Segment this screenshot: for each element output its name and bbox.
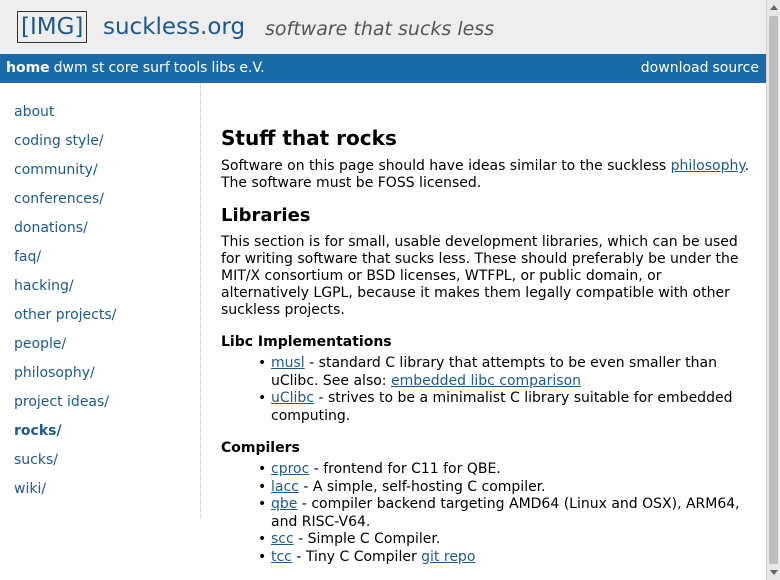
- scroll-down-arrow-icon[interactable]: [770, 570, 778, 575]
- main-content: Stuff that rocks Software on this page s…: [221, 126, 751, 566]
- intro-paragraph: Software on this page should have ideas …: [221, 158, 751, 192]
- menu-left-group: home dwm st core surf tools libs e.V.: [6, 59, 269, 77]
- musl-link[interactable]: musl: [271, 355, 305, 371]
- top-menu-bar: home dwm st core surf tools libs e.V. download s…: [0, 54, 766, 83]
- site-name-link[interactable]: suckless.org: [103, 12, 245, 42]
- tcc-link[interactable]: tcc: [271, 549, 292, 565]
- list-item-text: - Tiny C Compiler: [291, 548, 422, 565]
- list-item: tcc - Tiny C Compiler git repo: [258, 549, 751, 567]
- site-header: [IMG] suckless.org software that sucks l…: [0, 0, 766, 54]
- sidebar-item-conferences[interactable]: conferences/: [14, 188, 200, 217]
- lacc-link[interactable]: lacc: [271, 479, 299, 495]
- menu-core-link[interactable]: core: [108, 60, 138, 76]
- menu-source-link[interactable]: source: [713, 60, 760, 76]
- libc-list: musl - standard C library that attempts …: [258, 355, 751, 425]
- list-item: uClibc - strives to be a minimalist C li…: [258, 390, 751, 425]
- compilers-heading: Compilers: [221, 440, 300, 456]
- scroll-up-arrow-icon[interactable]: [770, 5, 778, 10]
- embedded-libc-comparison-link[interactable]: embedded libc comparison: [391, 373, 581, 389]
- cproc-link[interactable]: cproc: [271, 461, 309, 477]
- list-item: scc - Simple C Compiler.: [258, 531, 751, 549]
- site-tagline: software that sucks less: [265, 18, 495, 40]
- list-item-text: - A simple, self-hosting C compiler.: [298, 478, 546, 495]
- vertical-scrollbar[interactable]: [766, 0, 780, 580]
- logo-image[interactable]: [IMG]: [17, 11, 88, 43]
- libraries-heading: Libraries: [221, 205, 311, 226]
- list-item: musl - standard C library that attempts …: [258, 355, 751, 390]
- sidebar-item-other-projects[interactable]: other projects/: [14, 304, 200, 333]
- list-item-text: - compiler backend targeting AMD64 (Linu…: [271, 496, 740, 530]
- menu-tools-link[interactable]: tools: [174, 60, 208, 76]
- menu-ev-link[interactable]: e.V.: [239, 60, 264, 76]
- menu-home-link[interactable]: home: [6, 60, 50, 76]
- list-item: cproc - frontend for C11 for QBE.: [258, 461, 751, 479]
- sidebar-item-about[interactable]: about: [14, 101, 200, 130]
- menu-download-link[interactable]: download: [641, 60, 709, 76]
- list-item: lacc - A simple, self-hosting C compiler…: [258, 479, 751, 497]
- sidebar-item-people[interactable]: people/: [14, 333, 200, 362]
- menu-surf-link[interactable]: surf: [143, 60, 170, 76]
- page-title: Stuff that rocks: [221, 126, 397, 150]
- compilers-list: cproc - frontend for C11 for QBE. lacc -…: [258, 461, 751, 566]
- list-item-text: - Simple C Compiler.: [293, 531, 441, 547]
- menu-libs-link[interactable]: libs: [211, 60, 235, 76]
- sidebar-item-faq[interactable]: faq/: [14, 246, 200, 275]
- scrollbar-thumb[interactable]: [769, 16, 778, 564]
- qbe-link[interactable]: qbe: [271, 496, 297, 512]
- sidebar-item-wiki[interactable]: wiki/: [14, 478, 200, 507]
- libc-heading: Libc Implementations: [221, 334, 392, 350]
- sidebar-item-coding-style[interactable]: coding style/: [14, 130, 200, 159]
- sidebar-item-donations[interactable]: donations/: [14, 217, 200, 246]
- git-repo-link[interactable]: git repo: [421, 549, 475, 565]
- sidebar-list: about coding style/ community/ conferenc…: [0, 83, 200, 507]
- sidebar-item-project-ideas[interactable]: project ideas/: [14, 391, 200, 420]
- intro-text-before: Software on this page should have ideas …: [221, 158, 671, 174]
- list-item-text: - frontend for C11 for QBE.: [309, 461, 501, 477]
- sidebar-item-philosophy[interactable]: philosophy/: [14, 362, 200, 391]
- menu-dwm-link[interactable]: dwm: [54, 60, 88, 76]
- sidebar-nav: about coding style/ community/ conferenc…: [0, 83, 201, 518]
- uclibc-link[interactable]: uClibc: [271, 390, 314, 406]
- libraries-paragraph: This section is for small, usable develo…: [221, 234, 739, 318]
- sidebar-item-community[interactable]: community/: [14, 159, 200, 188]
- sidebar-item-hacking[interactable]: hacking/: [14, 275, 200, 304]
- menu-st-link[interactable]: st: [92, 60, 105, 76]
- list-item-text: - strives to be a minimalist C library s…: [271, 390, 733, 424]
- list-item: qbe - compiler backend targeting AMD64 (…: [258, 496, 751, 531]
- menu-right-group: download source: [637, 59, 759, 77]
- sidebar-item-sucks[interactable]: sucks/: [14, 449, 200, 478]
- philosophy-link[interactable]: philosophy: [671, 158, 745, 174]
- sidebar-item-rocks[interactable]: rocks/: [14, 420, 200, 449]
- scc-link[interactable]: scc: [271, 531, 294, 547]
